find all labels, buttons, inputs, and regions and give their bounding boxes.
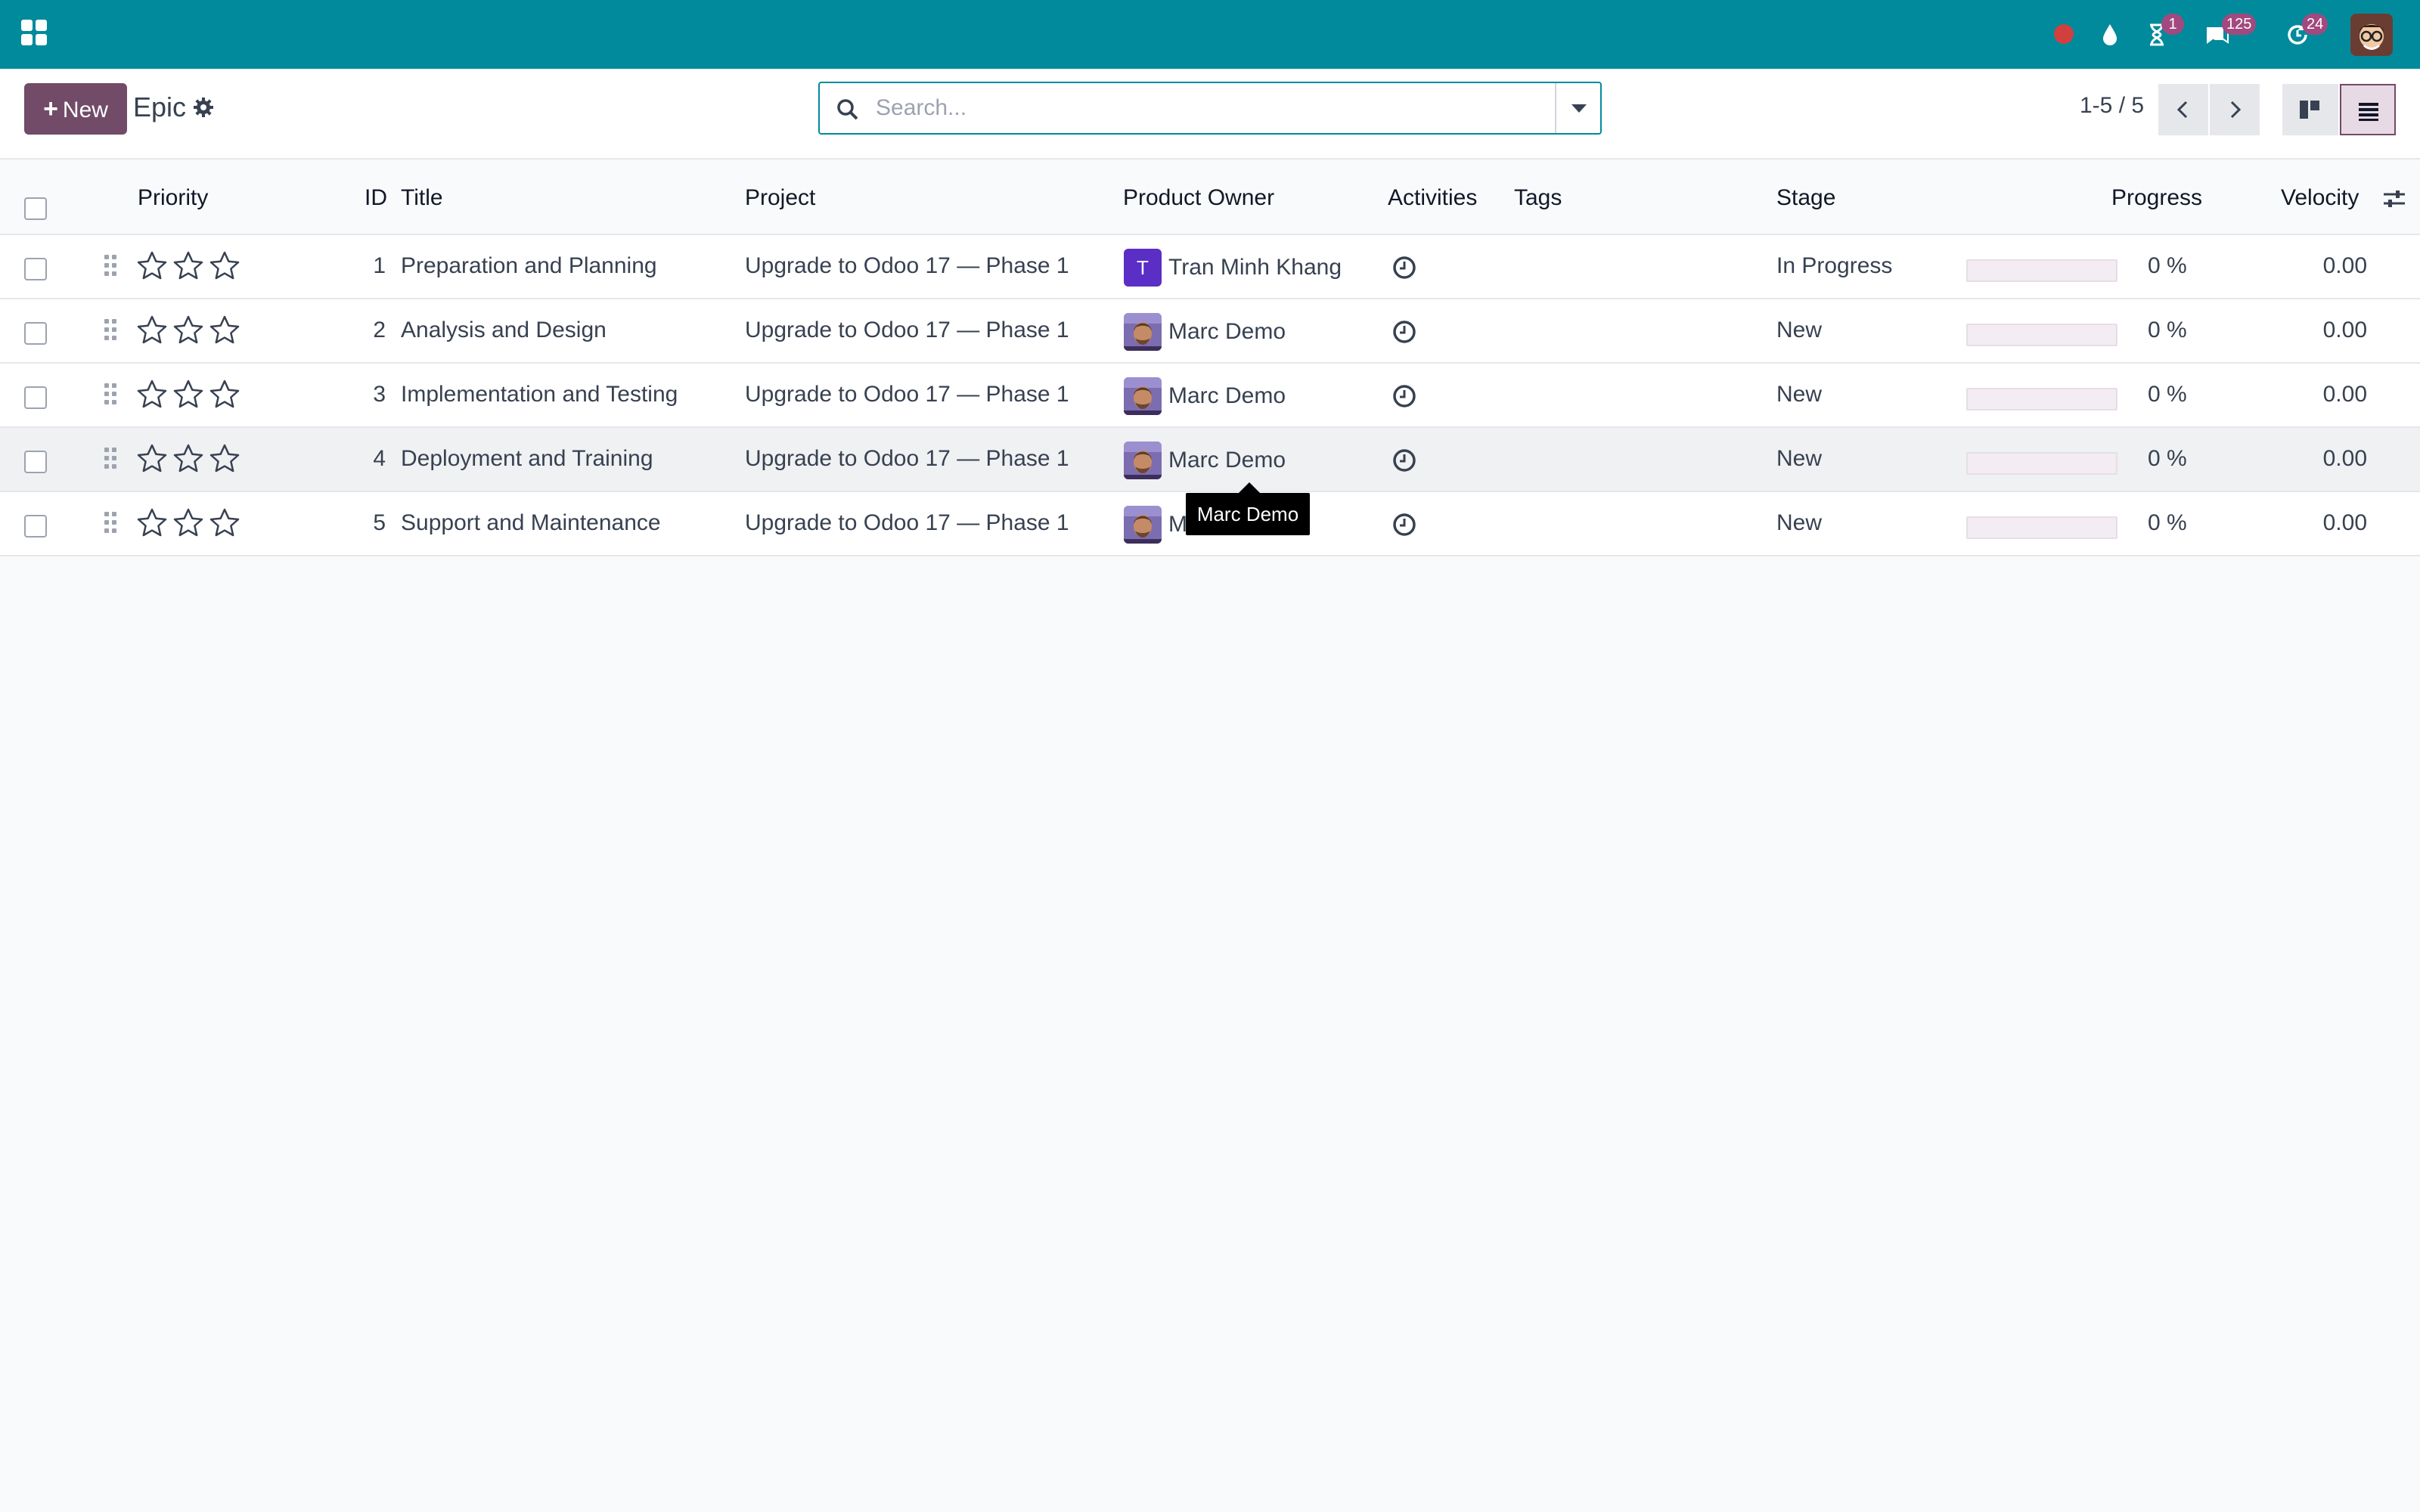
column-velocity[interactable]: Velocity: [2281, 185, 2359, 211]
clock-icon[interactable]: [1392, 319, 1417, 345]
recording-indicator-icon[interactable]: [2054, 24, 2074, 44]
column-product-owner[interactable]: Product Owner: [1123, 185, 1274, 211]
refresh-clock-icon[interactable]: 24: [2282, 14, 2328, 50]
column-title[interactable]: Title: [401, 185, 443, 211]
cell-id: 2: [373, 318, 386, 342]
cell-product-owner[interactable]: Marc Demo: [1168, 319, 1286, 345]
plus-icon: +: [43, 94, 58, 123]
table-row[interactable]: 2 Analysis and Design Upgrade to Odoo 17 —…: [0, 299, 2420, 364]
table-row[interactable]: 4 Deployment and Training Upgrade to Odoo …: [0, 428, 2420, 492]
cell-velocity: 0.00: [2322, 318, 2367, 342]
cell-stage[interactable]: New: [1776, 510, 1822, 536]
owner-avatar[interactable]: [1124, 377, 1162, 415]
clock-icon[interactable]: [1392, 448, 1417, 473]
timesheet-badge: 24: [2302, 14, 2328, 35]
chat-icon[interactable]: 125: [2202, 14, 2257, 50]
cell-project[interactable]: Upgrade to Odoo 17 — Phase 1: [745, 253, 1069, 279]
chevron-right-icon: [2230, 101, 2242, 119]
search-options-toggle[interactable]: [1555, 83, 1600, 133]
cell-stage[interactable]: In Progress: [1776, 253, 1892, 279]
messages-badge: 125: [2222, 14, 2257, 35]
progress-percent: 0 %: [2148, 510, 2187, 535]
column-activities[interactable]: Activities: [1388, 185, 1477, 211]
cell-stage[interactable]: New: [1776, 382, 1822, 407]
cell-velocity: 0.00: [2322, 510, 2367, 535]
pager-value[interactable]: 1-5 / 5: [2080, 93, 2144, 119]
list-header: Priority ID Title Project Product Owner …: [0, 161, 2420, 235]
apps-menu-icon[interactable]: [21, 20, 48, 47]
column-id[interactable]: ID: [365, 185, 387, 211]
user-avatar[interactable]: [2350, 14, 2393, 56]
activity-hourglass-icon[interactable]: 1: [2142, 14, 2184, 50]
clock-icon[interactable]: [1392, 512, 1417, 538]
pager-previous-button[interactable]: [2158, 84, 2208, 135]
cell-id: 5: [373, 510, 386, 535]
owner-avatar[interactable]: [1124, 442, 1162, 479]
cell-product-owner[interactable]: Marc Demo: [1168, 383, 1286, 409]
kanban-view-button[interactable]: [2282, 84, 2338, 135]
breadcrumb: Epic: [133, 91, 187, 122]
clock-icon[interactable]: [1392, 255, 1417, 280]
cell-velocity: 0.00: [2322, 446, 2367, 471]
cell-product-owner[interactable]: M: [1168, 512, 1187, 538]
owner-avatar[interactable]: [1124, 313, 1162, 351]
column-priority[interactable]: Priority: [138, 185, 208, 211]
progress-bar: [1966, 388, 2118, 411]
column-progress[interactable]: Progress: [2111, 185, 2202, 211]
progress-bar: [1966, 324, 2118, 346]
chevron-left-icon: [2176, 101, 2188, 119]
gear-icon[interactable]: [192, 96, 215, 119]
table-row[interactable]: 3 Implementation and Testing Upgrade to Od…: [0, 364, 2420, 428]
column-stage[interactable]: Stage: [1776, 185, 1835, 211]
progress-bar: [1966, 516, 2118, 539]
search-bar: [818, 82, 1602, 135]
cell-id: 3: [373, 382, 386, 407]
pager-next-button[interactable]: [2210, 84, 2260, 135]
activity-badge: 1: [2161, 14, 2184, 35]
table-row[interactable]: 1 Preparation and Planning Upgrade to Odoo…: [0, 235, 2420, 299]
progress-percent: 0 %: [2148, 318, 2187, 342]
list-view-button[interactable]: [2340, 84, 2396, 135]
drop-icon[interactable]: [2095, 20, 2125, 50]
new-button[interactable]: + New: [24, 83, 127, 135]
progress-percent: 0 %: [2148, 382, 2187, 407]
cell-id: 4: [373, 446, 386, 471]
progress-bar: [1966, 259, 2118, 282]
cell-velocity: 0.00: [2322, 382, 2367, 407]
cell-product-owner[interactable]: Tran Minh Khang: [1168, 255, 1342, 280]
new-button-label: New: [62, 98, 108, 122]
cell-stage[interactable]: New: [1776, 318, 1822, 343]
cell-product-owner[interactable]: Marc Demo: [1168, 448, 1286, 473]
cell-title[interactable]: Deployment and Training: [401, 446, 653, 472]
owner-tooltip: Marc Demo: [1186, 482, 1310, 535]
cell-id: 1: [373, 253, 386, 278]
column-tags[interactable]: Tags: [1514, 185, 1562, 211]
top-navbar: 1 125 24: [0, 0, 2420, 69]
clock-icon[interactable]: [1392, 383, 1417, 409]
cell-project[interactable]: Upgrade to Odoo 17 — Phase 1: [745, 510, 1069, 536]
cell-title[interactable]: Implementation and Testing: [401, 382, 678, 407]
progress-percent: 0 %: [2148, 446, 2187, 471]
cell-project[interactable]: Upgrade to Odoo 17 — Phase 1: [745, 382, 1069, 407]
column-project[interactable]: Project: [745, 185, 815, 211]
cell-title[interactable]: Preparation and Planning: [401, 253, 657, 279]
search-icon: [835, 97, 861, 122]
cell-velocity: 0.00: [2322, 253, 2367, 278]
kanban-icon: [2300, 101, 2319, 119]
list-icon: [2359, 103, 2378, 121]
owner-avatar[interactable]: [1124, 506, 1162, 544]
cell-stage[interactable]: New: [1776, 446, 1822, 472]
search-input[interactable]: [876, 91, 1541, 125]
cell-project[interactable]: Upgrade to Odoo 17 — Phase 1: [745, 446, 1069, 472]
progress-percent: 0 %: [2148, 253, 2187, 278]
select-all-checkbox[interactable]: [24, 197, 47, 220]
progress-bar: [1966, 452, 2118, 475]
cell-title[interactable]: Support and Maintenance: [401, 510, 661, 536]
cell-project[interactable]: Upgrade to Odoo 17 — Phase 1: [745, 318, 1069, 343]
owner-avatar[interactable]: T: [1124, 249, 1162, 287]
cell-title[interactable]: Analysis and Design: [401, 318, 607, 343]
optional-columns-icon[interactable]: [2382, 188, 2406, 209]
control-panel: +New Epic 1-5 / 5: [0, 69, 2420, 160]
